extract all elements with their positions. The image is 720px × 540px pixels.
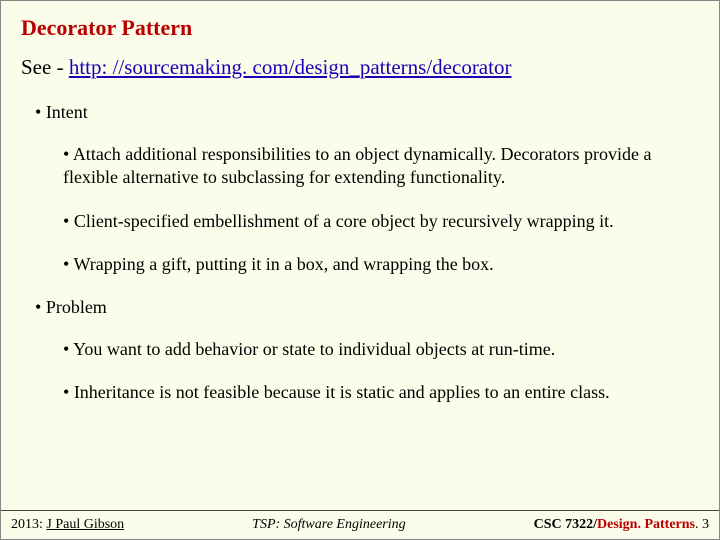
footer: 2013: J Paul Gibson TSP: Software Engine… (1, 517, 719, 533)
list-item: You want to add behavior or state to ind… (63, 338, 699, 361)
slide: Decorator Pattern See - http: //sourcema… (1, 1, 719, 539)
footer-left: 2013: J Paul Gibson (11, 517, 124, 533)
footer-year: 2013: (11, 517, 46, 532)
footer-author: J Paul Gibson (46, 517, 124, 532)
footer-center: TSP: Software Engineering (124, 517, 533, 533)
source-link[interactable]: http: //sourcemaking. com/design_pattern… (69, 55, 512, 79)
footer-page-number: 3 (702, 517, 709, 532)
intent-label: Intent (46, 102, 88, 122)
footer-center-prefix: TSP: (252, 517, 284, 532)
footer-topic: Design. Patterns (597, 517, 695, 532)
content-list: Intent Attach additional responsibilitie… (35, 102, 699, 404)
slide-title: Decorator Pattern (21, 15, 699, 41)
problem-list: You want to add behavior or state to ind… (63, 338, 699, 405)
problem-label: Problem (46, 297, 107, 317)
footer-center-rest: Software Engineering (284, 517, 406, 532)
list-item: Client-specified embellishment of a core… (63, 210, 699, 233)
list-item: Wrapping a gift, putting it in a box, an… (63, 253, 699, 276)
footer-page-prefix: . (695, 517, 702, 532)
footer-right: CSC 7322/Design. Patterns. 3 (534, 517, 709, 533)
list-item: Attach additional responsibilities to an… (63, 143, 699, 190)
list-item: Inheritance is not feasible because it i… (63, 381, 699, 404)
footer-rule (1, 510, 719, 511)
problem-heading: Problem You want to add behavior or stat… (35, 297, 699, 405)
see-line: See - http: //sourcemaking. com/design_p… (21, 55, 699, 80)
intent-heading: Intent Attach additional responsibilitie… (35, 102, 699, 277)
see-prefix: See - (21, 55, 69, 79)
footer-course: CSC 7322/ (534, 517, 597, 532)
intent-list: Attach additional responsibilities to an… (63, 143, 699, 277)
